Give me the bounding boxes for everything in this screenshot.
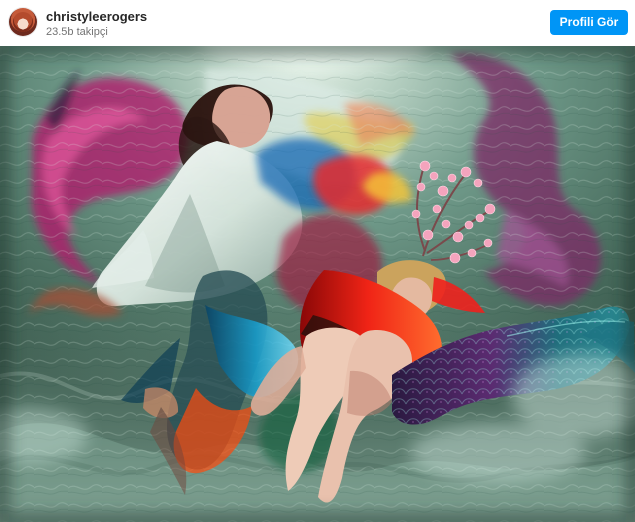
post-header: christyleerogers 23.5b takipçi Profili G… bbox=[0, 0, 635, 46]
post-image bbox=[0, 46, 635, 522]
follower-count: 23.5b takipçi bbox=[46, 26, 108, 38]
username[interactable]: christyleerogers bbox=[46, 9, 147, 25]
underwater-artwork-image bbox=[0, 46, 635, 522]
instagram-post-card: christyleerogers 23.5b takipçi Profili G… bbox=[0, 0, 635, 522]
view-profile-button[interactable]: Profili Gör bbox=[550, 10, 628, 35]
avatar-portrait bbox=[13, 12, 33, 32]
profile-avatar[interactable] bbox=[9, 8, 37, 36]
